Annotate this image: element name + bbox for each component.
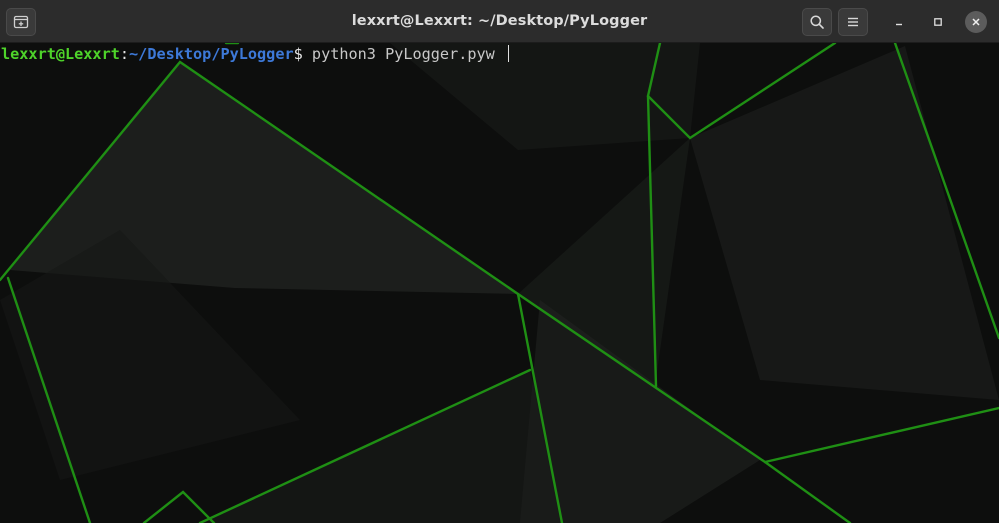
prompt-line[interactable]: lexxrt@Lexxrt:~/Desktop/PyLogger$ python… xyxy=(1,44,509,64)
search-icon xyxy=(810,15,824,29)
search-button[interactable] xyxy=(802,8,832,36)
prompt-symbol: $ xyxy=(293,45,303,63)
terminal-area[interactable]: lexxrt@Lexxrt:~/Desktop/PyLogger$ python… xyxy=(0,43,999,523)
prompt-separator: : xyxy=(119,45,130,63)
prompt-user-host: lexxrt@Lexxrt xyxy=(1,45,120,63)
wallpaper-background xyxy=(0,43,999,523)
hamburger-menu-icon xyxy=(848,17,858,27)
minimize-icon xyxy=(896,23,902,26)
maximize-icon xyxy=(934,18,942,26)
minimize-button[interactable] xyxy=(888,11,910,33)
text-cursor xyxy=(507,45,509,62)
menu-button[interactable] xyxy=(838,8,868,36)
typed-command: python3 PyLogger.pyw xyxy=(302,45,504,63)
close-button[interactable] xyxy=(965,11,987,33)
prompt-path: ~/Desktop/PyLogger xyxy=(129,45,294,63)
title-bar[interactable]: lexxrt@Lexxrt: ~/Desktop/PyLogger xyxy=(0,0,999,43)
terminal-window: lexxrt@Lexxrt: ~/Desktop/PyLogger lexxrt… xyxy=(0,0,999,523)
maximize-button[interactable] xyxy=(927,11,949,33)
close-icon xyxy=(972,18,980,26)
